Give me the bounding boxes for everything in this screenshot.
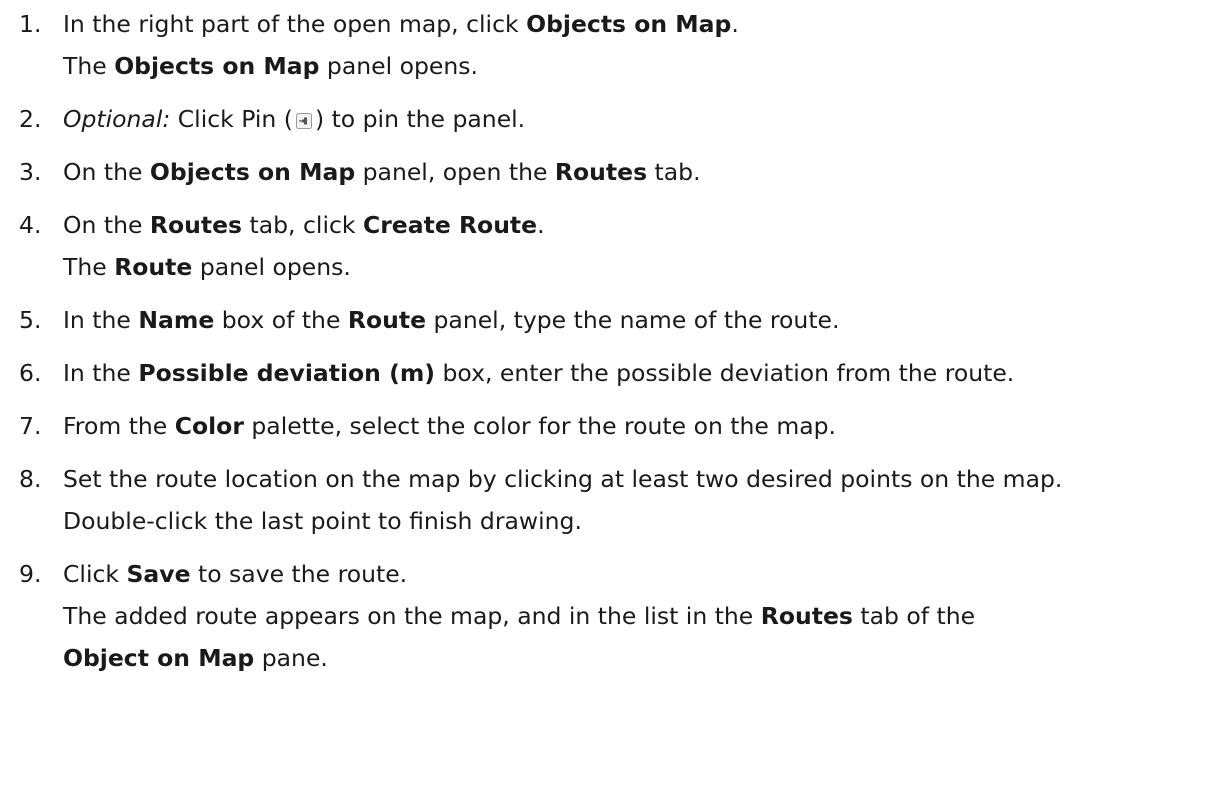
ui-term: Create Route [362,211,538,239]
ui-term: Route [347,306,427,334]
step-text: to save the route. [190,560,408,588]
ui-term: Object on Map [63,644,255,672]
ui-term: Objects on Map [114,52,320,80]
step-text-line: In the Name box of the Route panel, type… [63,299,1227,341]
step-number: 8. [19,465,42,493]
step-text: In the right part of the open map, click [63,10,527,38]
step-item: 9. Click Save to save the route. The added… [0,553,1227,679]
step-text: The added route appears on the map, and … [63,602,761,630]
step-number: 3. [19,158,42,186]
step-text-line: On the Routes tab, click Create Route. [63,204,1227,246]
step-text: In the [63,359,139,387]
step-text-line: The Route panel opens. [63,246,1227,288]
ui-term: Name [138,306,215,334]
ui-term: Objects on Map [149,158,356,186]
step-text-line: From the Color palette, select the color… [63,405,1227,447]
step-number: 5. [19,306,42,334]
step-text: Click [63,560,127,588]
step-item: 1. In the right part of the open map, cli… [0,3,1227,87]
ui-term: Routes [554,158,648,186]
step-text: In the [63,306,139,334]
emphasis-text: Optional: [63,105,171,133]
step-item: 7. From the Color palette, select the col… [0,405,1227,447]
step-text: Set the route location on the map by cli… [63,465,1063,493]
step-number: 4. [19,211,42,239]
step-item: 6. In the Possible deviation (m) box, ent… [0,352,1227,394]
step-item: 4. On the Routes tab, click Create Route.… [0,204,1227,288]
step-text: panel opens. [319,52,478,80]
step-text-line: Optional: Click Pin ( ) to pin the panel. [63,98,1227,140]
ui-term: Route [114,253,193,281]
step-text: The [63,253,115,281]
step-text: ) to pin the panel. [314,105,526,133]
step-number: 6. [19,359,42,387]
step-text-line: The Objects on Map panel opens. [63,45,1227,87]
step-text: tab of the [852,602,976,630]
step-text: On the [63,211,150,239]
step-text: From the [63,412,175,440]
step-text: tab. [647,158,701,186]
step-text: box, enter the possible deviation from t… [435,359,1015,387]
step-text-line: Click Save to save the route. [63,553,1227,595]
step-text-line: In the Possible deviation (m) box, enter… [63,352,1227,394]
step-text-line: Double-click the last point to finish dr… [63,500,1227,542]
step-text: The [63,52,115,80]
step-text-line: In the right part of the open map, click… [63,3,1227,45]
step-item: 2. Optional: Click Pin ( ) to pin the pane… [0,98,1227,140]
step-number: 7. [19,412,42,440]
ui-term: Color [174,412,244,440]
step-text: Double-click the last point to finish dr… [63,507,582,535]
ui-term: Objects on Map [526,10,732,38]
ui-term: Save [126,560,191,588]
step-text: box of the [214,306,348,334]
step-text: tab, click [242,211,363,239]
step-number: 9. [19,560,42,588]
ui-term: Routes [149,211,243,239]
step-text-line: On the Objects on Map panel, open the Ro… [63,151,1227,193]
step-text: panel opens. [192,253,351,281]
step-text-line: Set the route location on the map by cli… [63,458,1227,500]
step-text-line: Object on Map pane. [63,637,1227,679]
step-text: On the [63,158,150,186]
pin-icon [295,113,312,129]
step-item: 8. Set the route location on the map by c… [0,458,1227,542]
step-text: . [731,10,739,38]
ui-term: Possible deviation (m) [138,359,436,387]
step-text: pane. [254,644,328,672]
ui-term: Routes [760,602,853,630]
step-text: . [537,211,545,239]
step-item: 5. In the Name box of the Route panel, ty… [0,299,1227,341]
step-text-line: The added route appears on the map, and … [63,595,1227,637]
instruction-steps: 1. In the right part of the open map, cli… [0,3,1227,679]
step-text: palette, select the color for the route … [243,412,837,440]
step-text: Click Pin ( [170,105,293,133]
step-number: 1. [19,10,42,38]
step-text: panel, open the [355,158,555,186]
step-text: panel, type the name of the route. [426,306,840,334]
step-item: 3. On the Objects on Map panel, open the … [0,151,1227,193]
step-number: 2. [19,105,42,133]
